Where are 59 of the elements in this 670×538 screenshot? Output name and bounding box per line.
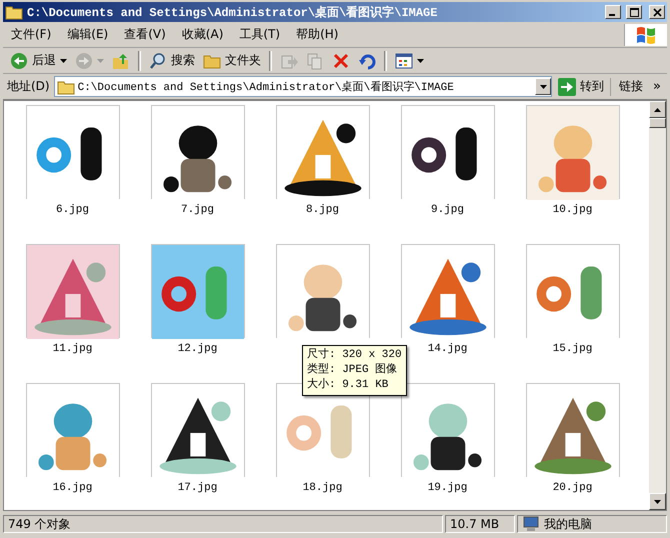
menu-item[interactable]: 查看(V) [116,24,174,45]
maximize-button[interactable] [626,5,642,19]
search-button[interactable]: 搜索 [146,50,198,72]
computer-icon [522,515,540,533]
arrow-right-icon [558,78,576,96]
undo-icon [358,52,376,70]
menu-item[interactable]: 编辑(E) [59,24,116,45]
folder-up-icon [112,52,130,70]
caret-icon [654,500,661,504]
menu-item[interactable]: 工具(T) [231,24,288,45]
menu-item[interactable]: 文件(F) [3,24,60,45]
tooltip-line: 尺寸: 320 x 320 [307,348,402,363]
caret-icon [540,84,547,88]
address-field[interactable]: C:\Documents and Settings\Administrator\桌面\看图识字\IMAGE [54,76,552,97]
file-name: 20.jpg [552,482,592,494]
file-name: 8.jpg [306,204,339,216]
tooltip-line: 类型: JPEG 图像 [307,363,398,378]
file-name: 9.jpg [430,204,464,216]
caret-icon [60,58,67,62]
scrollbar[interactable] [649,101,666,510]
copy-to-icon [306,52,324,70]
file-name: 19.jpg [428,482,468,494]
caret-icon [97,58,104,62]
file-name: 6.jpg [56,204,89,216]
file-name: 17.jpg [178,482,218,494]
file-name: 14.jpg [428,343,468,355]
file-name: 12.jpg [178,343,218,355]
scroll-down-button[interactable] [649,493,666,510]
window-title: C:\Documents and Settings\Administrator\桌面\看图识字\IMAGE [27,4,438,20]
scroll-thumb[interactable] [649,118,666,128]
back-button[interactable]: 后退 [7,50,70,72]
menu-item[interactable]: 帮助(H) [288,24,346,45]
object-count: 749 个对象 [3,515,443,533]
more-button[interactable]: » [651,79,663,94]
links-button[interactable]: 链接 [615,78,648,95]
tooltip-line: 大小: 9.31 KB [307,378,390,393]
delete-icon [332,52,350,70]
dropdown-button[interactable] [535,78,552,95]
scroll-up-button[interactable] [649,101,666,118]
file-name: 18.jpg [302,482,342,494]
address-label: 地址(D) [7,78,50,95]
total-size: 10.7 MB [445,515,515,533]
file-name: 15.jpg [552,343,592,355]
file-name: 7.jpg [180,204,214,216]
maximize-icon [630,8,638,16]
close-button[interactable] [649,5,665,19]
close-icon [652,8,662,16]
search-icon [149,52,167,70]
menu-item[interactable]: 收藏(A) [174,24,232,45]
file-name: 11.jpg [52,343,92,355]
caret-icon [417,58,424,62]
views-icon [395,52,413,70]
file-name: 16.jpg [52,482,92,494]
minimize-button[interactable] [605,5,621,19]
file-name: 10.jpg [552,204,592,216]
zone-label: 我的电脑 [544,516,592,532]
caret-icon [654,108,661,112]
go-button[interactable]: 转到 [556,78,612,96]
folders-button[interactable]: 文件夹 [200,50,264,72]
